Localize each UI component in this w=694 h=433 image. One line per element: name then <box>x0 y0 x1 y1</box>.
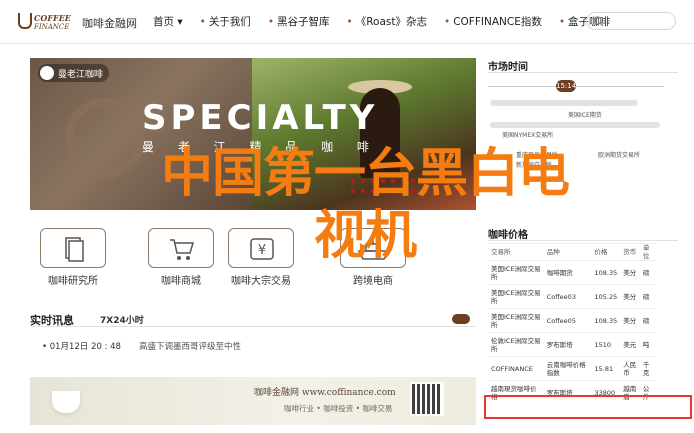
divider <box>30 326 476 327</box>
search-icon[interactable] <box>593 16 604 27</box>
nav-item-roast[interactable]: • 《Roast》杂志 <box>347 14 427 30</box>
divider <box>488 72 678 73</box>
nav-item-thinktank[interactable]: • 黑谷子智库 <box>268 14 330 30</box>
news-tag: 7X24小时 <box>100 316 144 326</box>
timeline-bar <box>490 122 660 128</box>
overlay-headline: 中国第一台黑白电 视机 <box>60 146 670 264</box>
current-time-badge: 15:14 <box>556 80 577 92</box>
news-text: 高盛下调墨西哥评级至中性 <box>138 342 241 352</box>
news-more-button[interactable] <box>452 314 470 324</box>
qr-code-icon <box>410 382 444 416</box>
table-row[interactable]: 美国ICE洲际交易所 咖啡期货 108.35 美分磅 <box>488 260 656 285</box>
timeline-label: 美国ICE期货 <box>568 112 602 119</box>
site-header: COFFEE FINANCE 咖啡金融网 首页 ▾ • 关于我们 • 黑谷子智库 •… <box>0 0 694 44</box>
nav-item-home[interactable]: 首页 ▾ <box>150 14 183 30</box>
table-row[interactable]: 美国ICE洲际交易所 Coffee05 108.35 美分磅 <box>488 308 656 333</box>
market-time-title: 市场时间 <box>488 62 528 73</box>
overlay-line-1: 中国第一台黑白电 <box>160 144 570 204</box>
overlay-line-2: 视机 <box>313 206 417 266</box>
tile-label: 咖啡商城 <box>161 276 201 287</box>
banner-headline: SPECIALTY <box>142 98 379 138</box>
banner-brand: 曼老江咖啡 <box>38 64 110 82</box>
nav-item-index[interactable]: • COFFINANCE指数 <box>444 14 542 30</box>
main-nav: 首页 ▾ • 关于我们 • 黑谷子智库 • 《Roast》杂志 • COFFINANCE… <box>150 14 627 30</box>
coffee-cup-icon <box>52 391 80 413</box>
tile-label: 咖啡研究所 <box>48 276 98 287</box>
logo-bottom-text: FINANCE <box>34 23 70 31</box>
site-logo[interactable]: COFFEE FINANCE <box>18 9 74 35</box>
nav-item-about[interactable]: • 关于我们 <box>200 14 251 30</box>
footer-ad[interactable]: 咖啡金融网 www.coffinance.com 咖啡行业 • 咖啡投资 • 咖… <box>30 377 476 425</box>
tile-label: 咖啡大宗交易 <box>231 276 291 287</box>
ad-main-text: 咖啡金融网 www.coffinance.com <box>254 388 396 398</box>
table-row[interactable]: 伦敦ICE洲际交易所 罗布斯塔 1510 美元吨 <box>488 332 656 357</box>
tile-label: 跨境电商 <box>353 276 393 287</box>
site-name: 咖啡金融网 <box>82 17 137 30</box>
ad-sub-text: 咖啡行业 • 咖啡投资 • 咖啡交易 <box>284 404 393 413</box>
search-input[interactable] <box>586 12 676 30</box>
table-row[interactable]: COFFINANCE 云南咖啡价格指数 15.81 人民币 千克 <box>488 356 656 381</box>
timeline-label: 美国NYMEX交易所 <box>502 132 554 139</box>
highlight-box <box>484 395 692 419</box>
news-time: • 01月12日 20 : 48 <box>42 342 121 352</box>
news-item[interactable]: • 01月12日 20 : 48 高盛下调墨西哥评级至中性 <box>42 340 241 352</box>
coffee-cup-icon <box>18 13 32 29</box>
price-table: 交易所 品种 价格 货币 单位 美国ICE洲际交易所 咖啡期货 108.35 美分磅 … <box>488 243 656 405</box>
table-row[interactable]: 美国ICE洲际交易所 Coffee03 105.25 美分磅 <box>488 284 656 309</box>
timeline-axis <box>488 86 664 87</box>
brand-logo-icon <box>40 66 54 80</box>
timeline-bar <box>490 100 638 106</box>
logo-top-text: COFFEE <box>34 13 71 23</box>
